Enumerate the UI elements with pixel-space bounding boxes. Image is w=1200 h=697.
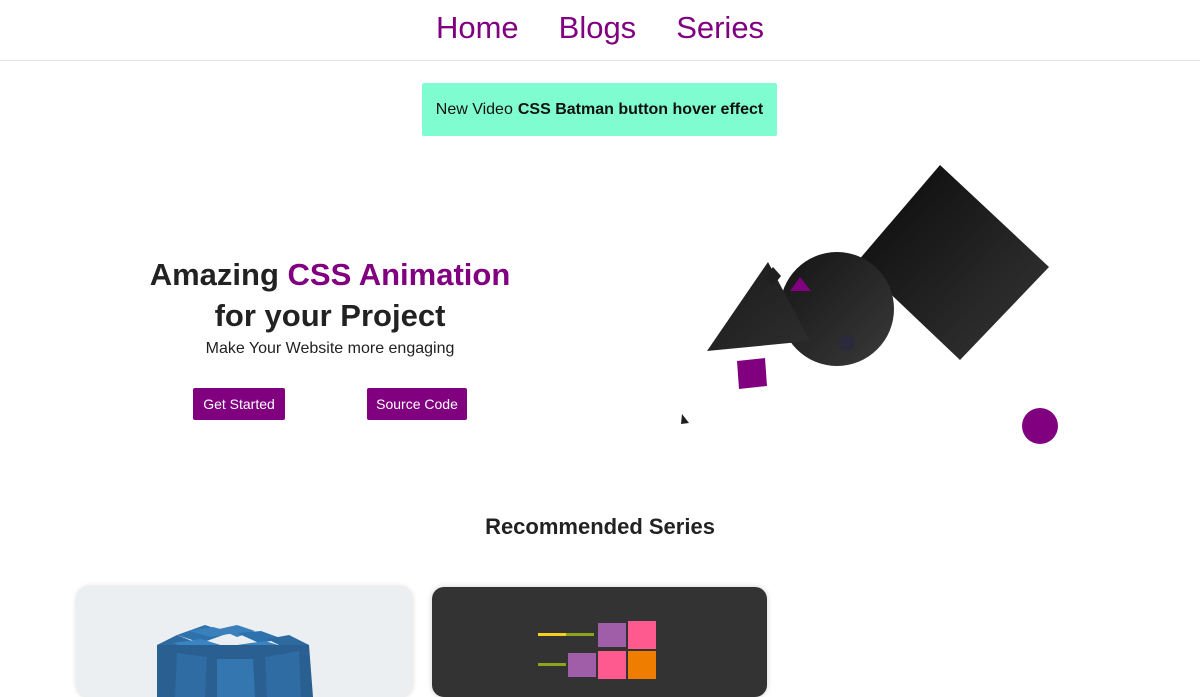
purple-square-shape: [737, 358, 767, 389]
hero-title-part1: Amazing: [149, 257, 288, 292]
top-navbar: Home Blogs Series: [0, 0, 1200, 61]
hero-shapes-illustration: [681, 165, 1058, 444]
recommended-series-heading: Recommended Series: [485, 514, 715, 539]
color-grid-thumbnail: [538, 621, 656, 679]
hero-title-accent: CSS Animation: [287, 257, 511, 292]
hero-title: Amazing CSS Animation for your Project: [130, 254, 530, 336]
purple-circle-shape: [1022, 408, 1058, 444]
banner-video-title[interactable]: CSS Batman button hover effect: [518, 101, 763, 119]
small-dark-dot: [839, 335, 855, 351]
blocks-cube-thumbnail: [157, 625, 313, 697]
tiny-dark-triangle: [681, 414, 689, 424]
new-video-banner[interactable]: New Video CSS Batman button hover effect: [422, 83, 777, 136]
hero-subtitle: Make Your Website more engaging: [205, 340, 455, 357]
nav-home-link[interactable]: Home: [436, 12, 519, 43]
hero-title-part2: for your Project: [214, 298, 446, 333]
series-card-1[interactable]: [77, 587, 412, 697]
nav-blogs-link[interactable]: Blogs: [559, 12, 637, 43]
dark-circle-shape: [780, 252, 894, 366]
series-card-2[interactable]: [432, 587, 767, 697]
banner-prefix: New Video: [435, 100, 513, 118]
nav-series-link[interactable]: Series: [676, 12, 764, 43]
get-started-button[interactable]: Get Started: [193, 388, 285, 420]
source-code-button[interactable]: Source Code: [367, 388, 467, 420]
